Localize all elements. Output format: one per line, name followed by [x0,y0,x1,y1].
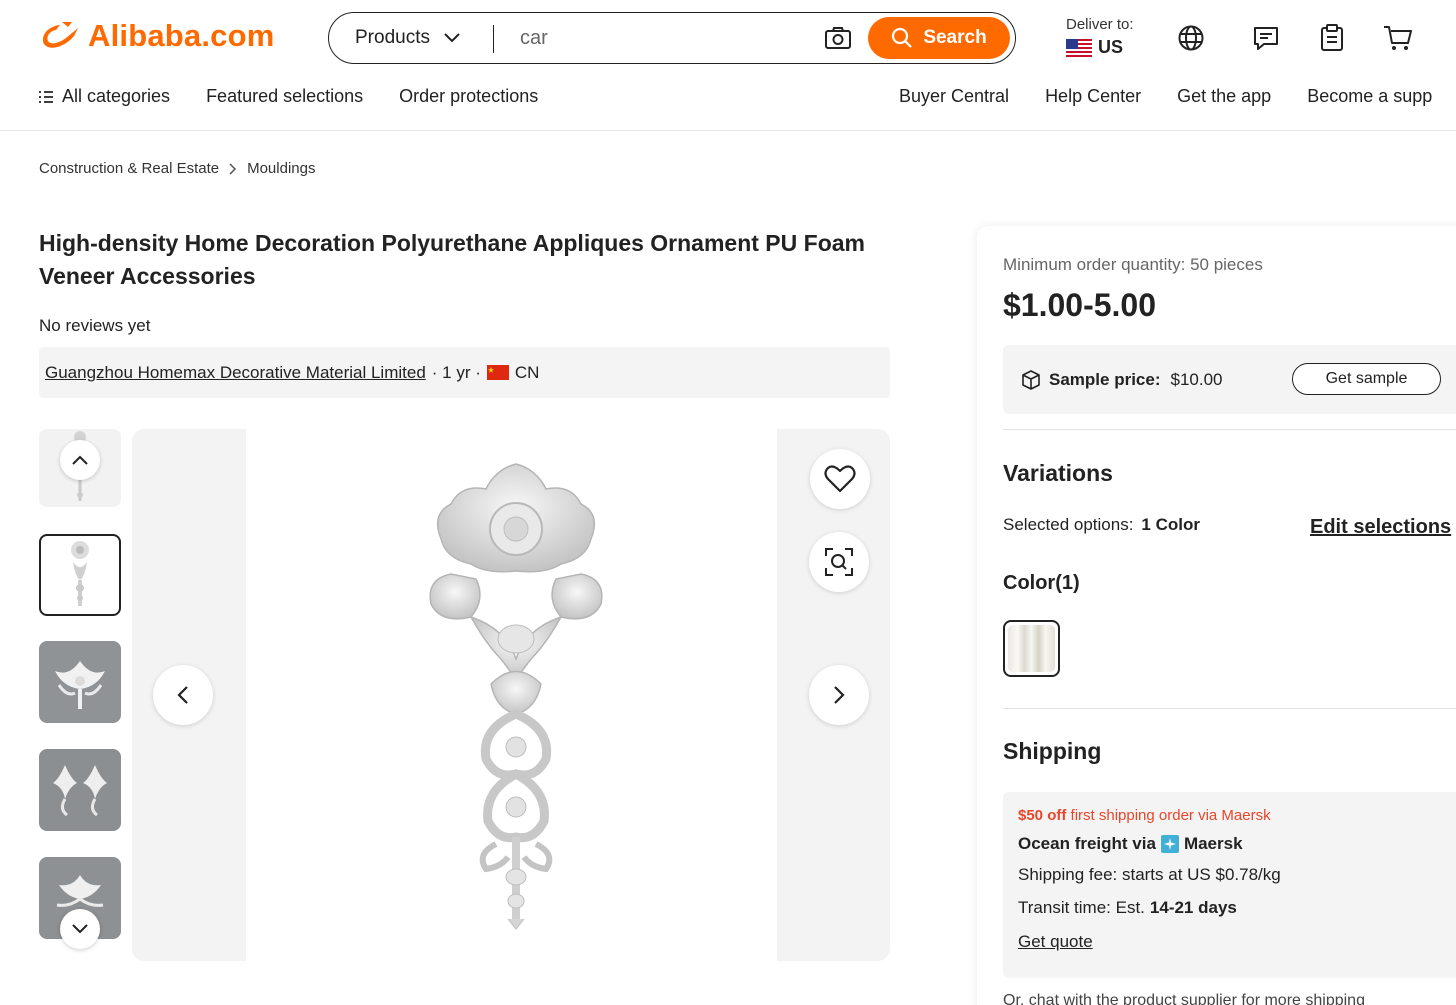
shipping-heading: Shipping [1003,738,1102,764]
deliver-to-label: Deliver to: [1066,16,1134,33]
transit-time: Transit time: Est. 14-21 days [1018,898,1237,918]
get-the-app-link[interactable]: Get the app [1177,86,1271,107]
top-header: Alibaba.com Products Search Deliver to: … [0,0,1456,131]
shipping-promo-amount: $50 off [1018,807,1067,824]
search-bar: Products Search [328,12,1016,64]
get-quote-link[interactable]: Get quote [1018,932,1093,952]
chevron-up-icon [72,455,88,465]
search-icon [892,27,913,48]
thumbnail[interactable] [39,641,121,723]
favorite-button[interactable] [810,449,870,509]
variations-heading: Variations [1003,460,1113,486]
shipping-promo-text: first shipping order via Maersk [1070,807,1271,824]
supplier-country: CN [514,362,540,382]
visual-search-icon [825,548,853,576]
buyer-central-link[interactable]: Buyer Central [899,86,1009,107]
divider [1003,429,1456,430]
selected-options-value: 1 Color [1141,515,1200,534]
edit-selections-link[interactable]: Edit selections [1310,516,1451,539]
orders-icon[interactable] [1316,22,1348,54]
chevron-down-icon [444,33,460,43]
breadcrumb-item[interactable]: Construction & Real Estate [39,160,219,177]
supplier-bar: Guangzhou Homemax Decorative Material Li… [39,347,890,398]
search-category-dropdown[interactable]: Products [329,13,494,63]
thumbnail-image [71,541,89,606]
price-range: $1.00-5.00 [1003,287,1157,323]
shipping-box: $50 off first shipping order via Maersk … [1003,792,1456,978]
thumbnail[interactable] [39,749,121,831]
alibaba-logo[interactable]: Alibaba.com [38,18,275,54]
cn-flag-icon [486,365,509,380]
subnav-right: Buyer Central Help Center Get the app Be… [899,86,1456,107]
alibaba-logo-mark-icon [42,22,78,48]
cart-icon[interactable] [1382,22,1414,54]
become-supplier-link[interactable]: Become a supp [1307,86,1432,107]
globe-icon[interactable] [1175,22,1207,54]
transit-time-label: Transit time: Est. [1018,898,1145,917]
brand-name: Alibaba.com [88,18,275,53]
thumbnail-scroll-down-button[interactable] [60,909,100,949]
chat-supplier-note: Or, chat with the product supplier for m… [1003,992,1365,1005]
selected-options: Selected options: 1 Color [1003,515,1200,535]
thumbnail-image [53,765,107,817]
search-button[interactable]: Search [868,17,1010,59]
maersk-logo-icon [1160,835,1179,853]
reviews-status: No reviews yet [39,316,151,335]
main-product-image [132,429,890,961]
order-protections-link[interactable]: Order protections [399,86,538,107]
search-category-label: Products [355,27,430,48]
deliver-to-country: US [1098,37,1124,57]
product-title: High-density Home Decoration Polyurethan… [39,230,865,289]
get-sample-button[interactable]: Get sample [1292,363,1441,395]
image-canvas [246,429,777,961]
all-categories-label: All categories [62,86,171,106]
chevron-down-icon [72,924,88,934]
box-icon [1022,369,1040,390]
subnav-left: All categories Featured selections Order… [38,86,574,107]
color-option-label: Color(1) [1003,572,1080,594]
us-flag-icon [1066,38,1092,57]
transit-time-days: 14-21 days [1149,898,1237,917]
heart-icon [824,465,856,493]
shipping-fee: Shipping fee: starts at US $0.78/kg [1018,865,1281,884]
color-swatch[interactable] [1003,620,1060,677]
sample-price-box: Sample price: $10.00 Get sample [1003,345,1456,414]
purchase-panel: Minimum order quantity: 50 pieces $1.00-… [977,226,1456,1005]
messages-icon[interactable] [1250,22,1282,54]
shipping-promo: $50 off first shipping order via Maersk [1018,807,1271,824]
color-swatch-image [1008,625,1055,672]
ornament-image [429,463,603,930]
next-image-button[interactable] [809,665,869,725]
breadcrumb: Construction & Real Estate Mouldings [39,160,315,177]
shipping-method: Ocean freight via Maersk [1018,834,1243,854]
sample-price-label: Sample price: [1049,369,1161,389]
sample-price-value: $10.00 [1170,369,1223,389]
chevron-right-icon [834,686,845,704]
search-input[interactable] [494,13,814,63]
chevron-left-icon [177,686,188,704]
menu-icon [39,90,53,103]
previous-image-button[interactable] [153,665,213,725]
shipping-method-label: Ocean freight via [1018,834,1156,853]
image-search-similar-button[interactable] [809,532,869,592]
divider [1003,708,1456,709]
image-search-button[interactable] [814,14,862,62]
minimum-order-quantity: Minimum order quantity: 50 pieces [1003,255,1263,274]
supplier-name-link[interactable]: Guangzhou Homemax Decorative Material Li… [45,363,426,383]
help-center-link[interactable]: Help Center [1045,86,1141,107]
featured-selections-link[interactable]: Featured selections [206,86,363,107]
breadcrumb-item[interactable]: Mouldings [247,160,315,177]
selected-options-label: Selected options: [1003,515,1134,534]
search-button-label: Search [923,27,987,48]
thumbnail-selected[interactable] [39,534,121,616]
all-categories-menu[interactable]: All categories [38,86,170,107]
thumbnail-scroll-up-button[interactable] [60,440,100,480]
camera-icon [825,27,851,49]
chevron-right-icon [229,162,237,175]
thumbnail-image [55,661,105,709]
supplier-years: · 1 yr · [431,362,481,382]
deliver-to-selector[interactable]: Deliver to: US [1066,16,1134,59]
shipping-carrier: Maersk [1183,834,1243,853]
